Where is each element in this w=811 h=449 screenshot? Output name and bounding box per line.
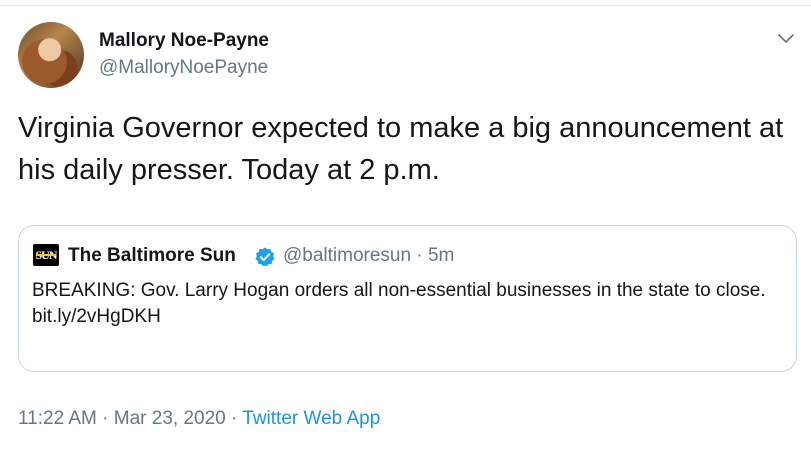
- quoted-time[interactable]: 5m: [428, 245, 454, 266]
- separator: ·: [102, 408, 109, 429]
- quoted-link: bit.ly/2vHgDKH: [32, 306, 161, 327]
- separator: ·: [416, 245, 423, 266]
- quoted-handle[interactable]: @baltimoresun: [283, 245, 411, 266]
- author-name[interactable]: Mallory Noe-Payne: [99, 30, 269, 52]
- chevron-down-icon[interactable]: [776, 28, 796, 48]
- tweet-time[interactable]: 11:22 AM: [18, 408, 97, 429]
- author-handle[interactable]: @MalloryNoePayne: [99, 57, 268, 79]
- separator: ·: [231, 408, 238, 429]
- logo-text: SUN: [35, 248, 57, 262]
- tweet-text: Virginia Governor expected to make a big…: [18, 112, 784, 186]
- tweet-card: Mallory Noe-Payne @MalloryNoePayne Virgi…: [0, 0, 811, 449]
- source-app-link[interactable]: Twitter Web App: [242, 408, 380, 429]
- quoted-tweet-text: BREAKING: Gov. Larry Hogan orders all no…: [32, 280, 766, 301]
- quoted-tweet[interactable]: SUN The Baltimore Sun @baltimoresun · 5m…: [18, 225, 797, 372]
- avatar[interactable]: [18, 22, 84, 88]
- tweet-footer: 11:22 AM · Mar 23, 2020 · Twitter Web Ap…: [18, 408, 380, 430]
- quoted-author-name[interactable]: The Baltimore Sun: [68, 245, 236, 267]
- quoted-meta: @baltimoresun · 5m: [283, 245, 454, 267]
- divider: [0, 5, 811, 6]
- baltimore-sun-logo: SUN: [33, 244, 59, 266]
- quoted-tweet-body: BREAKING: Gov. Larry Hogan orders all no…: [32, 278, 782, 330]
- tweet-date[interactable]: Mar 23, 2020: [114, 408, 226, 429]
- verified-badge-icon: [255, 247, 275, 267]
